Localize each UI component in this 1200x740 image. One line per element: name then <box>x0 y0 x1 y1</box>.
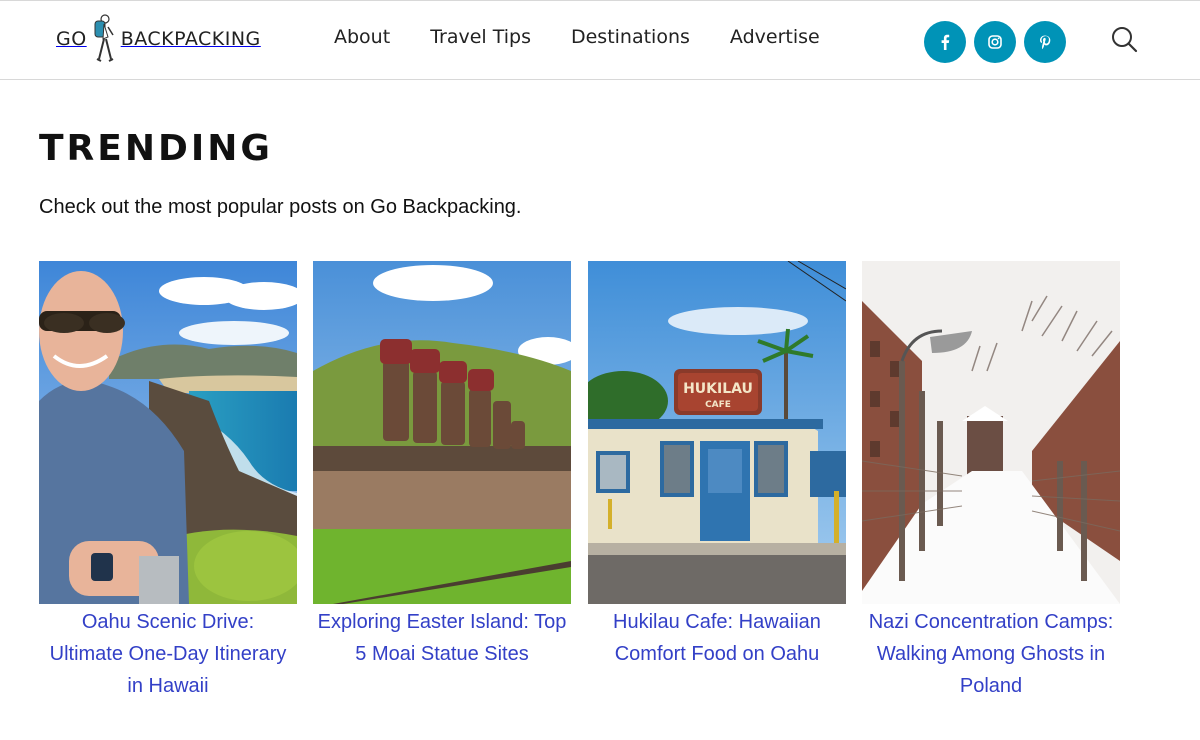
nav-travel-tips[interactable]: Travel Tips <box>430 23 531 51</box>
post-title-link[interactable]: Oahu Scenic Drive: Ultimate One-Day Itin… <box>39 606 297 702</box>
logo-text-go: GO <box>56 28 87 50</box>
facebook-icon[interactable] <box>924 21 966 63</box>
post-card: Exploring Easter Island: Top 5 Moai Stat… <box>313 261 571 670</box>
post-title-link[interactable]: Nazi Concentration Camps: Walking Among … <box>862 606 1120 702</box>
post-card: HUKILAU CAFE Hukilau Cafe: Hawaiian Comf… <box>588 261 846 670</box>
snowy-camp-fence-photo <box>862 261 1120 604</box>
man-on-oahu-coast-photo <box>39 261 297 604</box>
hukilau-sign-line1: HUKILAU <box>683 381 753 397</box>
nav-about[interactable]: About <box>334 23 390 51</box>
nav-destinations[interactable]: Destinations <box>571 23 690 51</box>
hiker-logo-icon <box>94 14 114 62</box>
site-logo[interactable]: GO BACKPACKING <box>56 13 261 65</box>
post-thumbnail[interactable]: HUKILAU CAFE <box>588 261 846 604</box>
site-header: GO BACKPACKING About Travel Tips Destina… <box>0 0 1200 80</box>
page-title: TRENDING <box>39 128 273 169</box>
hukilau-cafe-photo: HUKILAU CAFE <box>588 261 846 604</box>
post-thumbnail[interactable] <box>313 261 571 604</box>
pinterest-icon[interactable] <box>1024 21 1066 63</box>
intro-text: Check out the most popular posts on Go B… <box>39 196 522 218</box>
post-card: Oahu Scenic Drive: Ultimate One-Day Itin… <box>39 261 297 702</box>
logo-text-backpacking: BACKPACKING <box>120 28 261 50</box>
post-title-link[interactable]: Hukilau Cafe: Hawaiian Comfort Food on O… <box>588 606 846 670</box>
post-thumbnail[interactable] <box>39 261 297 604</box>
search-icon[interactable] <box>1110 25 1140 55</box>
post-thumbnail[interactable] <box>862 261 1120 604</box>
post-title-link[interactable]: Exploring Easter Island: Top 5 Moai Stat… <box>313 606 571 670</box>
main-nav: About Travel Tips Destinations Advertise <box>334 23 860 51</box>
post-card: Nazi Concentration Camps: Walking Among … <box>862 261 1120 702</box>
instagram-icon[interactable] <box>974 21 1016 63</box>
nav-advertise[interactable]: Advertise <box>730 23 820 51</box>
hukilau-sign-line2: CAFE <box>705 400 731 410</box>
moai-statues-photo <box>313 261 571 604</box>
